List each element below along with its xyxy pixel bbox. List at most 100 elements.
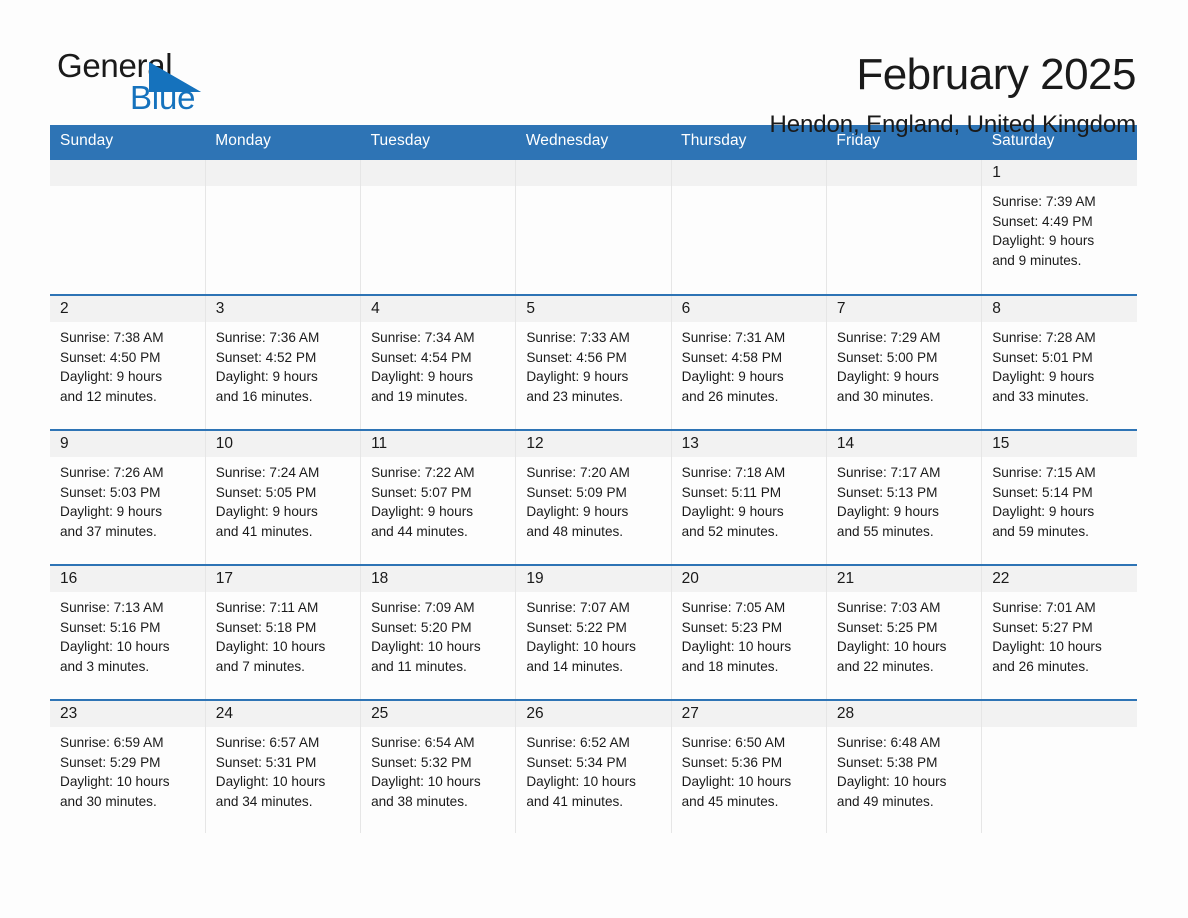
day-number: 23 (50, 701, 205, 727)
day-details: Sunrise: 7:36 AM Sunset: 4:52 PM Daylight:… (206, 322, 360, 407)
daylight-text: Daylight: 10 hours (526, 639, 636, 655)
calendar-day-cell[interactable]: 10 Sunrise: 7:24 AM Sunset: 5:05 PM Dayligh… (205, 429, 362, 565)
day-number: 9 (50, 431, 205, 457)
day-details: Sunrise: 7:01 AM Sunset: 5:27 PM Daylight:… (982, 592, 1137, 677)
sunset-text: Sunset: 5:34 PM (526, 754, 627, 770)
daylight-text: Daylight: 10 hours (681, 774, 792, 790)
calendar-day-cell[interactable]: 8 Sunrise: 7:28 AM Sunset: 5:01 PM Daylight… (981, 294, 1137, 430)
calendar-week-row: 1 Sunrise: 7:39 AM Sunset: 4:49 PM Daylight… (50, 158, 1137, 295)
day-number: 3 (205, 296, 361, 322)
daylight-text: Daylight: 9 hours (215, 369, 318, 385)
day-details: Sunrise: 7:26 AM Sunset: 5:03 PM Daylight:… (50, 457, 205, 542)
daylight-text: and 16 minutes. (215, 389, 313, 405)
day-details: Sunrise: 7:07 AM Sunset: 5:22 PM Daylight:… (516, 592, 670, 677)
calendar-day-cell[interactable]: 13 Sunrise: 7:18 AM Sunset: 5:11 PM Dayligh… (671, 429, 827, 565)
daylight-text: and 55 minutes. (836, 524, 934, 540)
daylight-text: Daylight: 10 hours (60, 774, 170, 790)
daylight-text: Daylight: 10 hours (371, 774, 481, 790)
calendar-day-cell[interactable]: 15 Sunrise: 7:15 AM Sunset: 5:14 PM Dayligh… (981, 429, 1137, 565)
calendar-day-cell[interactable]: 24 Sunrise: 6:57 AM Sunset: 5:31 PM Dayligh… (205, 699, 362, 833)
calendar-day-cell[interactable]: 9 Sunrise: 7:26 AM Sunset: 5:03 PM Daylight… (50, 429, 206, 565)
calendar-day-cell[interactable]: 16 Sunrise: 7:13 AM Sunset: 5:16 PM Dayligh… (50, 564, 206, 700)
daylight-text: and 33 minutes. (992, 389, 1089, 405)
daylight-text: and 45 minutes. (681, 794, 779, 810)
sunrise-text: Sunrise: 7:36 AM (215, 330, 320, 345)
daylight-text: and 3 minutes. (60, 659, 150, 675)
calendar-day-cell[interactable]: 28 Sunrise: 6:48 AM Sunset: 5:38 PM Dayligh… (826, 699, 983, 833)
calendar-day-cell[interactable]: 18 Sunrise: 7:09 AM Sunset: 5:20 PM Dayligh… (360, 564, 517, 700)
sunrise-text: Sunrise: 7:39 AM (992, 194, 1096, 209)
calendar-day-cell[interactable]: 5 Sunrise: 7:33 AM Sunset: 4:56 PM Daylight… (515, 294, 672, 430)
calendar-day-cell[interactable]: 23 Sunrise: 6:59 AM Sunset: 5:29 PM Dayligh… (50, 699, 206, 833)
day-details: Sunrise: 7:31 AM Sunset: 4:58 PM Daylight:… (672, 322, 826, 407)
calendar-day-cell[interactable]: 20 Sunrise: 7:05 AM Sunset: 5:23 PM Dayligh… (671, 564, 827, 700)
calendar-day-cell[interactable]: 12 Sunrise: 7:20 AM Sunset: 5:09 PM Dayligh… (515, 429, 672, 565)
calendar-day-cell[interactable]: 11 Sunrise: 7:22 AM Sunset: 5:07 PM Dayligh… (360, 429, 517, 565)
day-details: Sunrise: 7:03 AM Sunset: 5:25 PM Daylight:… (827, 592, 981, 677)
day-number: 6 (671, 296, 826, 322)
page-header: General Blue February 2025 Hendon, Engla… (0, 0, 1188, 139)
daylight-text: Daylight: 10 hours (992, 639, 1102, 655)
sunset-text: Sunset: 5:07 PM (371, 484, 472, 500)
calendar-container: Sunday Monday Tuesday Wednesday Thursday… (0, 125, 1188, 833)
sunset-text: Sunset: 5:20 PM (371, 619, 472, 635)
daylight-text: Daylight: 10 hours (836, 639, 947, 655)
sunset-text: Sunset: 5:25 PM (836, 619, 938, 635)
day-details: Sunrise: 7:13 AM Sunset: 5:16 PM Daylight:… (50, 592, 205, 677)
calendar-day-cell[interactable]: 27 Sunrise: 6:50 AM Sunset: 5:36 PM Dayligh… (671, 699, 827, 833)
calendar-day-cell[interactable]: 4 Sunrise: 7:34 AM Sunset: 4:54 PM Daylight… (360, 294, 517, 430)
calendar-week-row: 2 Sunrise: 7:38 AM Sunset: 4:50 PM Daylight… (50, 294, 1137, 430)
calendar-day-cell[interactable]: 7 Sunrise: 7:29 AM Sunset: 5:00 PM Daylight… (826, 294, 983, 430)
day-number: 21 (826, 566, 982, 592)
calendar-day-cell[interactable]: 2 Sunrise: 7:38 AM Sunset: 4:50 PM Daylight… (50, 294, 206, 430)
daylight-text: Daylight: 9 hours (60, 369, 163, 385)
weekday-header-wednesday: Wednesday (515, 125, 672, 159)
calendar-day-cell[interactable]: 17 Sunrise: 7:11 AM Sunset: 5:18 PM Dayligh… (205, 564, 362, 700)
day-number (982, 701, 1137, 727)
day-number: 5 (516, 296, 671, 322)
page-title: February 2025 (856, 50, 1136, 99)
sunset-text: Sunset: 5:22 PM (526, 619, 627, 635)
calendar-day-cell[interactable]: 19 Sunrise: 7:07 AM Sunset: 5:22 PM Dayligh… (515, 564, 672, 700)
day-number: 28 (826, 701, 982, 727)
day-number (516, 160, 671, 186)
daylight-text: Daylight: 9 hours (215, 504, 318, 520)
sunrise-text: Sunrise: 6:59 AM (60, 735, 164, 750)
daylight-text: Daylight: 9 hours (681, 369, 784, 385)
sunrise-text: Sunrise: 7:29 AM (836, 330, 941, 345)
sunset-text: Sunset: 5:16 PM (60, 619, 161, 635)
weekday-header-tuesday: Tuesday (360, 125, 516, 159)
sunrise-text: Sunrise: 7:24 AM (215, 465, 320, 480)
calendar-day-cell[interactable]: 22 Sunrise: 7:01 AM Sunset: 5:27 PM Dayligh… (981, 564, 1137, 700)
sunrise-text: Sunrise: 7:18 AM (681, 465, 786, 480)
daylight-text: Daylight: 10 hours (215, 639, 326, 655)
day-number: 24 (205, 701, 361, 727)
sunset-text: Sunset: 4:50 PM (60, 349, 161, 365)
daylight-text: Daylight: 9 hours (371, 504, 474, 520)
calendar-day-cell[interactable]: 3 Sunrise: 7:36 AM Sunset: 4:52 PM Daylight… (205, 294, 362, 430)
sunrise-text: Sunrise: 7:13 AM (60, 600, 164, 615)
calendar-day-cell[interactable]: 6 Sunrise: 7:31 AM Sunset: 4:58 PM Daylight… (671, 294, 827, 430)
sunrise-text: Sunrise: 7:20 AM (526, 465, 630, 480)
day-number: 20 (671, 566, 826, 592)
day-number: 14 (826, 431, 982, 457)
sunrise-text: Sunrise: 7:09 AM (371, 600, 475, 615)
day-number (205, 160, 361, 186)
calendar-day-cell[interactable]: 26 Sunrise: 6:52 AM Sunset: 5:34 PM Dayligh… (515, 699, 672, 833)
calendar-day-cell[interactable]: 14 Sunrise: 7:17 AM Sunset: 5:13 PM Dayligh… (826, 429, 983, 565)
calendar-day-cell[interactable]: 1 Sunrise: 7:39 AM Sunset: 4:49 PM Daylight… (981, 158, 1137, 295)
day-details: Sunrise: 6:52 AM Sunset: 5:34 PM Daylight:… (516, 727, 670, 812)
calendar-day-cell[interactable]: 21 Sunrise: 7:03 AM Sunset: 5:25 PM Dayligh… (826, 564, 983, 700)
day-number (50, 160, 205, 186)
calendar-day-cell[interactable]: 25 Sunrise: 6:54 AM Sunset: 5:32 PM Dayligh… (360, 699, 517, 833)
sunrise-text: Sunrise: 6:52 AM (526, 735, 630, 750)
daylight-text: Daylight: 9 hours (836, 504, 939, 520)
generalblue-logo[interactable]: General Blue (57, 48, 257, 115)
calendar-empty-cell (671, 158, 827, 295)
day-details: Sunrise: 7:05 AM Sunset: 5:23 PM Daylight:… (672, 592, 826, 677)
day-details: Sunrise: 7:39 AM Sunset: 4:49 PM Daylight:… (982, 186, 1137, 271)
day-number: 13 (671, 431, 826, 457)
sunset-text: Sunset: 5:00 PM (836, 349, 938, 365)
day-details: Sunrise: 7:24 AM Sunset: 5:05 PM Daylight:… (206, 457, 360, 542)
day-details: Sunrise: 6:48 AM Sunset: 5:38 PM Daylight:… (827, 727, 981, 812)
